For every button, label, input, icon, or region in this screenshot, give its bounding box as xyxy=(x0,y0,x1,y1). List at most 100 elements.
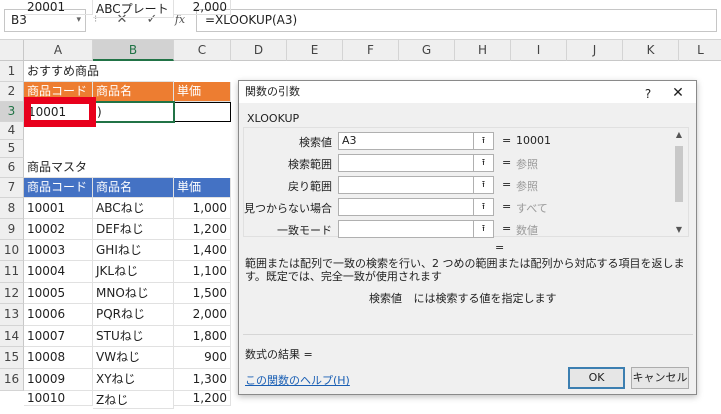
cell-unit-price[interactable]: 2,000 xyxy=(174,304,231,326)
cell-b2[interactable]: 商品名 xyxy=(93,82,174,102)
row-header-13[interactable]: 13 xyxy=(0,304,24,326)
cell-product-name[interactable]: ABCプレート xyxy=(93,0,174,18)
cell-a7[interactable]: 商品コード xyxy=(24,178,93,198)
help-icon[interactable]: ? xyxy=(640,83,656,105)
collapse-dialog-icon[interactable]: ⭱ xyxy=(474,220,494,238)
cell-product-code[interactable]: 10002 xyxy=(24,219,93,240)
cell-unit-price[interactable]: 2,000 xyxy=(174,0,231,15)
cell-unit-price[interactable]: 1,300 xyxy=(174,369,231,391)
cell-unit-price[interactable]: 1,200 xyxy=(174,219,231,240)
column-header-f[interactable]: F xyxy=(343,40,399,61)
cell-product-name[interactable]: MNOねじ xyxy=(93,283,174,304)
argument-input[interactable] xyxy=(338,176,474,194)
cell-product-name[interactable]: ABCねじ xyxy=(93,198,174,219)
function-help-link[interactable]: この関数のヘルプ(H) xyxy=(245,372,350,388)
collapse-dialog-icon[interactable]: ⭱ xyxy=(474,132,494,150)
close-icon[interactable]: ✕ xyxy=(670,82,686,104)
select-all-corner[interactable] xyxy=(0,40,24,61)
column-header-i[interactable]: I xyxy=(511,40,567,61)
argument-description: 検索値 には検索する値を指定します xyxy=(369,290,557,306)
cell-c2[interactable]: 単価 xyxy=(174,82,231,102)
cell-product-name[interactable]: GHIねじ xyxy=(93,240,174,261)
cell-a6[interactable]: 商品マスタ xyxy=(24,158,174,178)
row-header-11[interactable]: 11 xyxy=(0,261,24,283)
row-header-7[interactable]: 7 xyxy=(0,178,24,198)
row-header-1[interactable]: 1 xyxy=(0,61,24,82)
formula-input[interactable]: =XLOOKUP(A3) xyxy=(196,9,717,32)
cell-product-code[interactable]: 10010 xyxy=(24,391,93,406)
cell-product-name[interactable]: VWねじ xyxy=(93,347,174,369)
argument-input[interactable] xyxy=(338,198,474,216)
cell-product-code[interactable]: 10003 xyxy=(24,240,93,261)
row-header-4[interactable]: 4 xyxy=(0,122,24,140)
cell-product-code[interactable]: 10009 xyxy=(24,369,93,391)
cell-product-code[interactable]: 10008 xyxy=(24,347,93,369)
cancel-button[interactable]: キャンセル xyxy=(631,367,689,389)
row-header-8[interactable]: 8 xyxy=(0,198,24,219)
argument-input[interactable] xyxy=(338,220,474,238)
argument-result: 数値 xyxy=(516,224,538,237)
cell-product-code[interactable]: 10004 xyxy=(24,261,93,283)
cell-unit-price[interactable]: 900 xyxy=(174,347,231,369)
row-header-5[interactable]: 5 xyxy=(0,140,24,158)
column-header-b[interactable]: B xyxy=(93,40,174,61)
cell-product-code[interactable]: 10006 xyxy=(24,304,93,326)
scroll-up-icon[interactable]: ▲ xyxy=(672,130,686,139)
cell-unit-price[interactable]: 1,100 xyxy=(174,261,231,283)
row-header-15[interactable]: 15 xyxy=(0,347,24,369)
column-header-h[interactable]: H xyxy=(455,40,511,61)
column-header-c[interactable]: C xyxy=(174,40,231,61)
cell-product-code[interactable]: 10001 xyxy=(24,198,93,219)
cell-product-name[interactable]: JKLねじ xyxy=(93,261,174,283)
column-header-d[interactable]: D xyxy=(231,40,287,61)
cell-product-name[interactable]: DEFねじ xyxy=(93,219,174,240)
row-header-14[interactable]: 14 xyxy=(0,326,24,347)
cell-unit-price[interactable]: 1,000 xyxy=(174,198,231,219)
arguments-scrollbar[interactable]: ▲ ▼ xyxy=(672,130,686,234)
cell-c3[interactable] xyxy=(174,102,231,122)
argument-equals: = xyxy=(502,200,512,213)
dialog-title: 関数の引数 xyxy=(245,85,300,98)
cell-unit-price[interactable]: 1,500 xyxy=(174,283,231,304)
scroll-down-icon[interactable]: ▼ xyxy=(672,225,686,234)
row-header-6[interactable]: 6 xyxy=(0,158,24,178)
dialog-title-bar: 関数の引数 ? ✕ xyxy=(239,81,696,103)
cell-product-name[interactable]: STUねじ xyxy=(93,326,174,347)
argument-result: すべて xyxy=(516,202,548,215)
cell-product-name[interactable]: XYねじ xyxy=(93,369,174,391)
column-header-e[interactable]: E xyxy=(287,40,343,61)
row-header-2[interactable]: 2 xyxy=(0,82,24,102)
cell-product-code[interactable]: 10007 xyxy=(24,326,93,347)
cell-product-code[interactable]: 20001 xyxy=(24,0,93,15)
cell-product-name[interactable]: Zねじ xyxy=(93,391,174,409)
column-header-j[interactable]: J xyxy=(567,40,623,61)
row-header-10[interactable]: 10 xyxy=(0,240,24,261)
column-header-a[interactable]: A xyxy=(24,40,93,61)
row-header-3[interactable]: 3 xyxy=(0,102,24,122)
argument-description-name: 検索値 xyxy=(369,292,402,305)
cell-product-code[interactable]: 10005 xyxy=(24,283,93,304)
column-header-g[interactable]: G xyxy=(399,40,455,61)
active-cell-outline xyxy=(92,101,175,123)
ok-button[interactable]: OK xyxy=(568,367,625,389)
formula-result: 数式の結果 = xyxy=(245,348,313,361)
collapse-dialog-icon[interactable]: ⭱ xyxy=(474,198,494,216)
cell-product-name[interactable]: PQRねじ xyxy=(93,304,174,326)
argument-input[interactable]: A3 xyxy=(338,132,474,150)
collapse-dialog-icon[interactable]: ⭱ xyxy=(474,176,494,194)
cell-unit-price[interactable]: 1,400 xyxy=(174,240,231,261)
argument-input[interactable] xyxy=(338,154,474,172)
cell-a1[interactable]: おすすめ商品 xyxy=(24,61,174,82)
row-header-16[interactable]: 16 xyxy=(0,369,24,391)
cell-b7[interactable]: 商品名 xyxy=(93,178,174,198)
column-header-k[interactable]: K xyxy=(623,40,679,61)
row-header-9[interactable]: 9 xyxy=(0,219,24,240)
column-header-l[interactable]: L xyxy=(679,40,721,61)
cell-unit-price[interactable]: 1,800 xyxy=(174,326,231,347)
argument-equals: = xyxy=(502,178,512,191)
cell-c7[interactable]: 単価 xyxy=(174,178,231,198)
cell-unit-price[interactable]: 1,200 xyxy=(174,391,231,406)
collapse-dialog-icon[interactable]: ⭱ xyxy=(474,154,494,172)
scrollbar-thumb[interactable] xyxy=(675,146,683,202)
row-header-12[interactable]: 12 xyxy=(0,283,24,304)
